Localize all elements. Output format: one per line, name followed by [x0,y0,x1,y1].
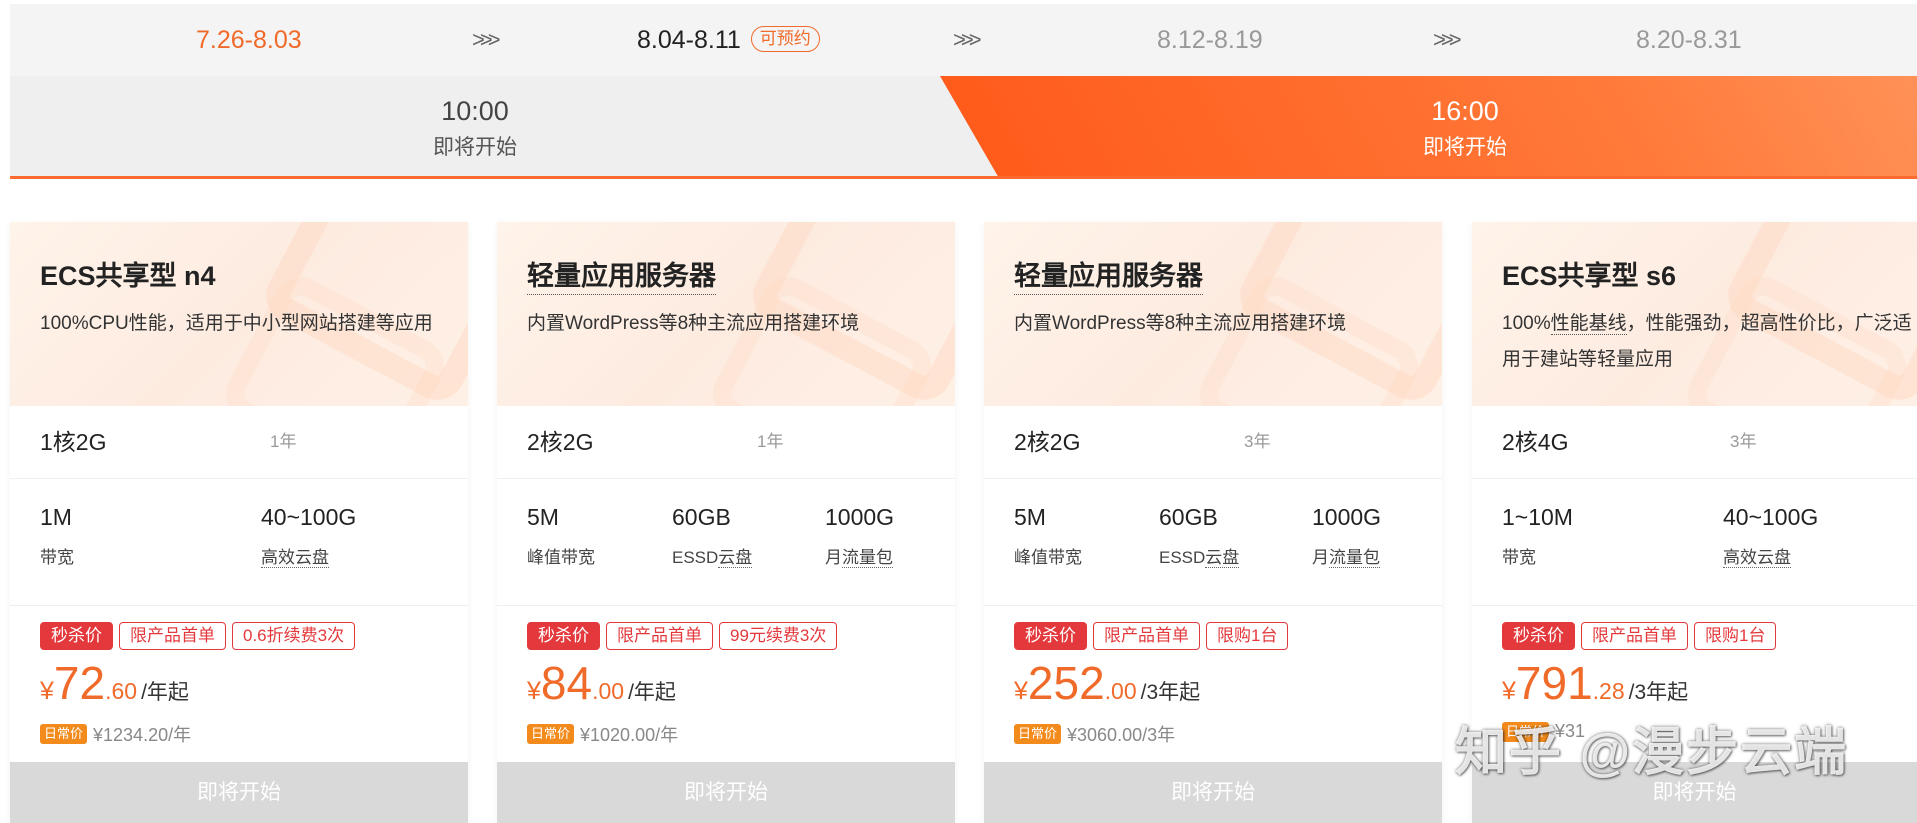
date-label: 7.26-8.03 [196,26,302,54]
disk-tooltip-trigger[interactable]: 高效云盘 [1723,548,1791,568]
feature-area: 1M 带宽 40~100G 高效云盘 [10,478,468,606]
product-name: ECS共享型 n4 [40,261,216,291]
start-soon-button[interactable]: 即将开始 [984,762,1442,823]
daily-price-tag: 日常价 [40,724,88,744]
spec-config: 2核2G [1014,429,1081,455]
date-tab-2[interactable]: 8.04-8.11 可预约 [637,4,820,76]
disk-tooltip-trigger[interactable]: 云盘 [1205,548,1240,568]
date-period-bar: 7.26-8.03 >>> 8.04-8.11 可预约 >>> 8.12-8.19… [10,4,1917,76]
chevron-right-icon: >>> [953,27,981,52]
date-tab-3[interactable]: 8.12-8.19 [1157,4,1263,76]
feature-traffic: 1000G 月流量包 [825,504,895,568]
spec-term: 3年 [1244,432,1271,451]
renewal-tag: 0.6折续费3次 [232,622,356,650]
date-label: 8.12-8.19 [1157,26,1263,54]
chevron-right-icon: >>> [1433,27,1461,52]
zhihu-watermark: 知乎 @漫步云端 [1455,724,1849,782]
flash-price: ¥84.00/年起 [527,657,676,709]
traffic-tooltip-trigger[interactable]: 流量包 [1329,548,1380,568]
feature-area: 5M 峰值带宽 60GB ESSD云盘 1000G 月流量包 [984,478,1442,606]
spec-row: 2核2G 1年 [497,406,955,478]
card-header: ECS共享型 s6 100%性能基线，性能强劲，超高性价比，广泛适用于建站等轻量… [1472,222,1917,406]
daily-price-tag: 日常价 [527,724,575,744]
session-status: 即将开始 [1423,136,1507,159]
feature-area: 1~10M 带宽 40~100G 高效云盘 [1472,478,1917,606]
flash-sale-tag: 秒杀价 [1014,622,1087,650]
feature-disk: 60GB ESSD云盘 [672,504,753,568]
spec-term: 3年 [1730,432,1757,451]
flash-sale-tag: 秒杀价 [40,622,113,650]
date-label: 8.04-8.11 [637,26,741,54]
product-name: ECS共享型 s6 [1502,261,1677,291]
card-header: ECS共享型 n4 100%CPU性能，适用于中小型网站搭建等应用 [10,222,468,406]
first-order-tag: 限产品首单 [119,622,226,650]
session-bar: 10:00 即将开始 16:00 即将开始 [10,76,1917,179]
daily-price: 日常价 ¥1020.00/年 [527,721,678,747]
flash-price: ¥72.60/年起 [40,657,189,709]
daily-price-tag: 日常价 [1014,724,1062,744]
feature-area: 5M 峰值带宽 60GB ESSD云盘 1000G 月流量包 [497,478,955,606]
chevron-right-icon: >>> [472,27,500,52]
daily-price: 日常价 ¥1234.20/年 [40,721,191,747]
feature-bandwidth: 5M 峰值带宽 [527,504,595,567]
feature-disk: 40~100G 高效云盘 [261,504,357,568]
disk-tooltip-trigger[interactable]: 高效云盘 [261,548,329,568]
product-card-lightweight-3y[interactable]: 轻量应用服务器 内置WordPress等8种主流应用搭建环境 2核2G 3年 5… [984,222,1442,823]
spec-row: 2核2G 3年 [984,406,1442,478]
date-tab-1[interactable]: 7.26-8.03 [196,4,302,76]
session-tab-1600[interactable]: 16:00 即将开始 [1215,76,1715,176]
promo-tags: 秒杀价 限产品首单 限购1台 [1014,622,1294,650]
product-name[interactable]: 轻量应用服务器 [527,254,716,295]
product-description: 100%性能基线，性能强劲，超高性价比，广泛适用于建站等轻量应用 [1502,313,1912,370]
product-description: 100%CPU性能，适用于中小型网站搭建等应用 [40,313,433,334]
spec-config: 2核4G [1502,429,1569,455]
feature-bandwidth: 1M 带宽 [40,504,74,567]
session-status: 即将开始 [433,136,517,159]
spec-config: 1核2G [40,429,107,455]
product-description: 内置WordPress等8种主流应用搭建环境 [1014,313,1347,334]
product-description: 内置WordPress等8种主流应用搭建环境 [527,313,860,334]
reservable-badge: 可预约 [750,26,820,53]
purchase-limit-tag: 限购1台 [1694,622,1777,650]
first-order-tag: 限产品首单 [1093,622,1200,650]
product-card-ecs-n4[interactable]: ECS共享型 n4 100%CPU性能，适用于中小型网站搭建等应用 1核2G 1… [10,222,468,823]
feature-bandwidth: 1~10M 带宽 [1502,504,1573,567]
feature-disk: 60GB ESSD云盘 [1159,504,1240,568]
spec-row: 2核4G 3年 [1472,406,1917,478]
traffic-tooltip-trigger[interactable]: 流量包 [842,548,893,568]
product-card-lightweight-1y[interactable]: 轻量应用服务器 内置WordPress等8种主流应用搭建环境 2核2G 1年 5… [497,222,955,823]
spec-term: 1年 [270,432,297,451]
renewal-tag: 99元续费3次 [719,622,838,650]
flash-price: ¥252.00/3年起 [1014,657,1201,709]
start-soon-button[interactable]: 即将开始 [10,762,468,823]
spec-term: 1年 [757,432,784,451]
feature-traffic: 1000G 月流量包 [1312,504,1382,568]
feature-disk: 40~100G 高效云盘 [1723,504,1819,568]
start-soon-button[interactable]: 即将开始 [497,762,955,823]
performance-baseline-link[interactable]: 性能基线 [1550,313,1627,335]
flash-sale-tag: 秒杀价 [1502,622,1575,650]
feature-bandwidth: 5M 峰值带宽 [1014,504,1082,567]
session-time: 10:00 [441,96,509,126]
date-tab-4[interactable]: 8.20-8.31 [1636,4,1742,76]
daily-price: 日常价 ¥3060.00/3年 [1014,721,1175,747]
spec-config: 2核2G [527,429,594,455]
flash-price: ¥791.28/3年起 [1502,657,1689,709]
disk-tooltip-trigger[interactable]: 云盘 [718,548,753,568]
card-header: 轻量应用服务器 内置WordPress等8种主流应用搭建环境 [497,222,955,406]
product-name[interactable]: 轻量应用服务器 [1014,254,1203,295]
date-label: 8.20-8.31 [1636,26,1742,54]
first-order-tag: 限产品首单 [1581,622,1688,650]
promo-tags: 秒杀价 限产品首单 0.6折续费3次 [40,622,361,650]
spec-row: 1核2G 1年 [10,406,468,478]
flash-sale-tag: 秒杀价 [527,622,600,650]
purchase-limit-tag: 限购1台 [1206,622,1289,650]
card-header: 轻量应用服务器 内置WordPress等8种主流应用搭建环境 [984,222,1442,406]
session-time: 16:00 [1431,96,1499,126]
promo-tags: 秒杀价 限产品首单 99元续费3次 [527,622,843,650]
session-tab-1000[interactable]: 10:00 即将开始 [225,76,725,176]
first-order-tag: 限产品首单 [606,622,713,650]
promo-tags: 秒杀价 限产品首单 限购1台 [1502,622,1782,650]
